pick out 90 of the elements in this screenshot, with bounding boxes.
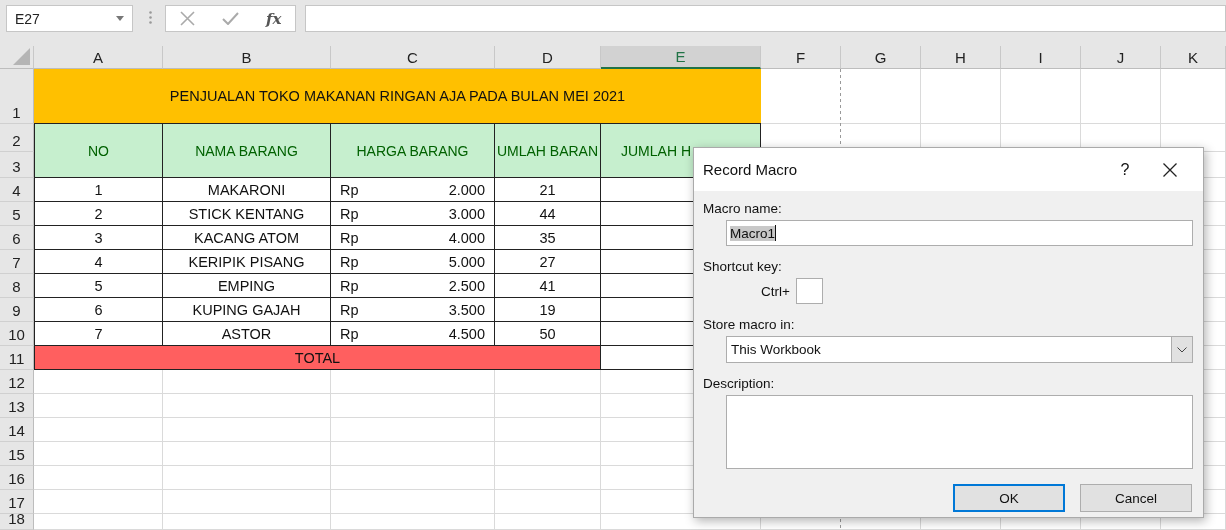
row-header[interactable]: 17 xyxy=(0,490,34,514)
row-header[interactable]: 2 xyxy=(0,124,34,152)
row-header[interactable]: 8 xyxy=(0,274,34,298)
store-macro-dropdown[interactable]: This Workbook xyxy=(726,336,1193,363)
currency-text: Rp xyxy=(340,229,359,246)
table-cell: 6 xyxy=(34,298,163,322)
select-all-icon[interactable] xyxy=(13,48,30,65)
ok-button[interactable]: OK xyxy=(953,484,1065,512)
price-text: 2.000 xyxy=(448,181,485,198)
insert-function-button[interactable]: fx xyxy=(265,9,282,28)
row-header[interactable]: 18 xyxy=(0,514,34,530)
row-header[interactable]: 13 xyxy=(0,394,34,418)
field-label: Shortcut key: xyxy=(703,259,783,274)
total-label: TOTAL xyxy=(34,346,601,370)
column-header[interactable]: K xyxy=(1161,46,1226,69)
formula-input[interactable] xyxy=(305,5,1226,32)
field-value: Macro1 xyxy=(730,225,775,241)
column-heading: NAMA BARANG xyxy=(163,124,331,178)
table-cell: 5 xyxy=(34,274,163,298)
row-header[interactable]: 10 xyxy=(0,322,34,346)
column-header[interactable]: C xyxy=(331,46,495,69)
row-header[interactable]: 1 xyxy=(0,69,34,124)
column-header[interactable]: D xyxy=(495,46,601,69)
table-cell: 2 xyxy=(34,202,163,226)
column-heading: UMLAH BARAN xyxy=(495,124,601,178)
price-text: 4.500 xyxy=(448,325,485,342)
column-header[interactable]: B xyxy=(163,46,331,69)
column-header[interactable]: F xyxy=(761,46,841,69)
table-cell: 3 xyxy=(34,226,163,250)
table-cell: 19 xyxy=(495,298,601,322)
column-header[interactable]: J xyxy=(1081,46,1161,69)
price-text: 4.000 xyxy=(448,229,485,246)
price-text: 3.500 xyxy=(448,301,485,318)
checkmark-icon[interactable] xyxy=(221,12,239,25)
row-header[interactable]: 9 xyxy=(0,298,34,322)
currency-text: Rp xyxy=(340,205,359,222)
currency-text: Rp xyxy=(340,253,359,270)
currency-text: Rp xyxy=(340,325,359,342)
price-text: 3.000 xyxy=(448,205,485,222)
table-cell: 1 xyxy=(34,178,163,202)
column-heading: HARGA BARANG xyxy=(331,124,495,178)
row-header[interactable]: 7 xyxy=(0,250,34,274)
currency-text: Rp xyxy=(340,301,359,318)
table-cell: EMPING xyxy=(163,274,331,298)
table-cell: KERIPIK PISANG xyxy=(163,250,331,274)
row-header[interactable]: 5 xyxy=(0,202,34,226)
table-cell: 4 xyxy=(34,250,163,274)
table-cell: MAKARONI xyxy=(163,178,331,202)
row-header[interactable]: 15 xyxy=(0,442,34,466)
row-header[interactable]: 6 xyxy=(0,226,34,250)
column-heading: NO xyxy=(34,124,163,178)
row-header[interactable]: 12 xyxy=(0,370,34,394)
shortcut-prefix: Ctrl+ xyxy=(761,283,790,299)
price-text: 2.500 xyxy=(448,277,485,294)
grip-dots-icon xyxy=(149,10,152,24)
table-cell: KACANG ATOM xyxy=(163,226,331,250)
cancel-icon[interactable] xyxy=(179,11,195,26)
column-header[interactable]: G xyxy=(841,46,921,69)
column-header[interactable]: A xyxy=(34,46,163,69)
row-header[interactable]: 3 xyxy=(0,152,34,178)
chevron-down-icon xyxy=(1177,346,1187,353)
description-field[interactable] xyxy=(726,395,1193,469)
macro-name-field[interactable]: Macro1 xyxy=(726,220,1193,246)
field-label: Store macro in: xyxy=(703,317,796,332)
help-button[interactable]: ? xyxy=(1105,160,1145,179)
close-icon[interactable] xyxy=(1163,162,1177,177)
name-box[interactable]: E27 xyxy=(6,5,133,32)
column-header[interactable]: I xyxy=(1001,46,1081,69)
shortcut-key-field[interactable] xyxy=(795,278,823,304)
column-header[interactable]: E xyxy=(601,46,761,69)
currency-text: Rp xyxy=(340,277,359,294)
table-cell: 44 xyxy=(495,202,601,226)
table-cell: 27 xyxy=(495,250,601,274)
row-header[interactable]: 16 xyxy=(0,466,34,490)
row-header[interactable]: 14 xyxy=(0,418,34,442)
dropdown-arrow-icon xyxy=(116,16,124,21)
row-header[interactable]: 11 xyxy=(0,346,34,370)
table-cell: 41 xyxy=(495,274,601,298)
price-text: 5.000 xyxy=(448,253,485,270)
currency-text: Rp xyxy=(340,181,359,198)
column-header[interactable]: H xyxy=(921,46,1001,69)
table-cell: 21 xyxy=(495,178,601,202)
field-label: Description: xyxy=(703,376,776,391)
field-label: Macro name: xyxy=(703,201,783,216)
table-cell: KUPING GAJAH xyxy=(163,298,331,322)
table-cell: STICK KENTANG xyxy=(163,202,331,226)
table-cell: 35 xyxy=(495,226,601,250)
cancel-button[interactable]: Cancel xyxy=(1080,484,1192,512)
row-header[interactable]: 4 xyxy=(0,178,34,202)
sheet-title: PENJUALAN TOKO MAKANAN RINGAN AJA PADA BULAN MEI 2021 xyxy=(34,69,761,124)
